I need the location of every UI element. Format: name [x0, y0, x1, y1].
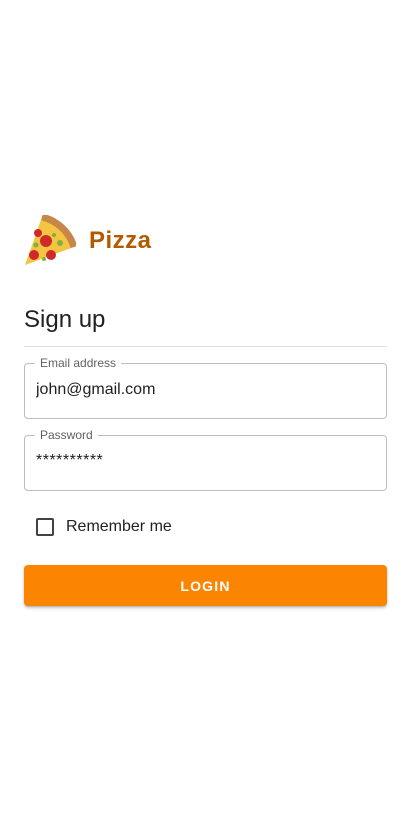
- brand-header: Pizza: [24, 214, 152, 268]
- email-field[interactable]: Email address: [24, 356, 387, 419]
- login-button[interactable]: LOGIN: [24, 565, 387, 606]
- sign-up-screen: Pizza Sign up Email address Password ***…: [0, 0, 411, 823]
- remember-me-checkbox[interactable]: [36, 518, 54, 536]
- password-field-label: Password: [35, 428, 98, 442]
- brand-name: Pizza: [89, 227, 152, 254]
- pizza-slice-icon: [25, 215, 76, 265]
- remember-me-label: Remember me: [66, 518, 172, 535]
- email-field-label: Email address: [35, 356, 122, 370]
- page-title: Sign up: [24, 306, 106, 333]
- remember-me-option[interactable]: Remember me: [36, 517, 172, 537]
- password-field[interactable]: Password **********: [24, 428, 387, 491]
- heading-divider: [24, 346, 387, 347]
- password-input[interactable]: **********: [36, 452, 103, 470]
- email-input[interactable]: [36, 381, 366, 399]
